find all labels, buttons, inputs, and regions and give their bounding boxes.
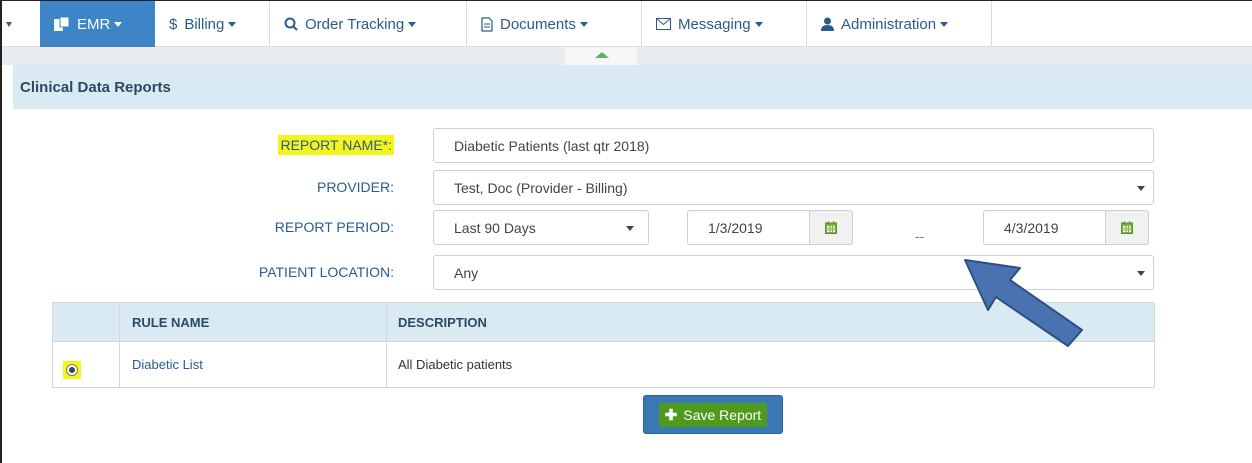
report-name-input[interactable]: Diabetic Patients (last qtr 2018)	[433, 128, 1154, 163]
provider-value: Test, Doc (Provider - Billing)	[454, 179, 628, 196]
chevron-down-icon	[626, 226, 634, 231]
top-navbar: EMR $ Billing Order Tracking Documents M…	[2, 1, 1252, 47]
start-date-calendar-button[interactable]	[809, 210, 853, 245]
dollar-icon: $	[169, 15, 178, 33]
nav-documents[interactable]: Documents	[467, 1, 642, 47]
calendar-icon	[1121, 221, 1133, 234]
column-header-rule-name: RULE NAME	[132, 314, 210, 330]
save-report-button-highlight: ✚ Save Report	[658, 402, 768, 427]
chevron-down-icon	[940, 21, 949, 27]
column-divider	[386, 303, 387, 387]
chevron-down-icon	[1137, 186, 1145, 191]
column-divider	[119, 303, 120, 387]
report-period-value: Last 90 Days	[454, 219, 536, 236]
save-report-label: Save Report	[683, 406, 762, 423]
page-title: Clinical Data Reports	[13, 65, 1252, 109]
chevron-down-icon	[228, 21, 237, 27]
nav-billing[interactable]: $ Billing	[155, 1, 270, 47]
nav-emr-label: EMR	[77, 15, 111, 33]
date-range-separator: --	[915, 228, 925, 244]
nav-messaging[interactable]: Messaging	[642, 1, 807, 47]
user-icon	[821, 17, 834, 31]
start-date-input[interactable]: 1/3/2019	[687, 210, 853, 245]
save-report-button[interactable]: ✚ Save Report	[643, 395, 783, 434]
chevron-down-icon	[754, 21, 763, 27]
nav-emr[interactable]: EMR	[40, 1, 155, 47]
nav-administration-label: Administration	[841, 15, 937, 33]
report-period-label: REPORT PERIOD:	[274, 219, 394, 235]
row-select-radio[interactable]	[63, 361, 81, 379]
chevron-down-icon	[114, 21, 123, 27]
nav-overflow-caret-icon[interactable]	[6, 22, 12, 27]
nav-order-tracking-label: Order Tracking	[305, 15, 405, 33]
nav-order-tracking[interactable]: Order Tracking	[270, 1, 467, 47]
search-icon	[284, 17, 298, 31]
rule-name-link[interactable]: Diabetic List	[132, 342, 203, 387]
envelope-icon	[656, 18, 671, 30]
provider-label: PROVIDER:	[316, 179, 394, 195]
nav-billing-label: Billing	[184, 15, 225, 33]
patient-location-value: Any	[454, 264, 479, 281]
emr-icon	[54, 17, 70, 31]
calendar-icon	[825, 221, 837, 234]
collapse-arrow-icon[interactable]	[595, 52, 609, 58]
report-name-label: REPORT NAME*:	[278, 135, 394, 155]
end-date-calendar-button[interactable]	[1105, 210, 1149, 245]
column-header-description: DESCRIPTION	[398, 314, 487, 330]
chevron-down-icon	[408, 21, 417, 27]
chevron-down-icon	[579, 21, 588, 27]
rule-description: All Diabetic patients	[398, 357, 513, 372]
nav-documents-label: Documents	[500, 15, 576, 33]
document-icon	[481, 16, 493, 32]
plus-icon: ✚	[664, 406, 678, 424]
radio-selected-dot	[69, 367, 75, 373]
report-name-label-text: REPORT NAME*:	[278, 135, 394, 155]
provider-select[interactable]: Test, Doc (Provider - Billing)	[433, 170, 1154, 205]
chevron-down-icon	[1137, 271, 1145, 276]
radio-button[interactable]	[66, 364, 78, 376]
end-date-value: 4/3/2019	[1004, 219, 1059, 236]
end-date-input[interactable]: 4/3/2019	[983, 210, 1149, 245]
nav-messaging-label: Messaging	[678, 15, 751, 33]
start-date-value: 1/3/2019	[708, 219, 763, 236]
nav-administration[interactable]: Administration	[807, 1, 992, 47]
annotation-arrow-icon	[964, 259, 1083, 347]
patient-location-label: PATIENT LOCATION:	[258, 264, 394, 280]
report-name-value: Diabetic Patients (last qtr 2018)	[454, 137, 650, 154]
report-period-select[interactable]: Last 90 Days	[433, 210, 649, 245]
